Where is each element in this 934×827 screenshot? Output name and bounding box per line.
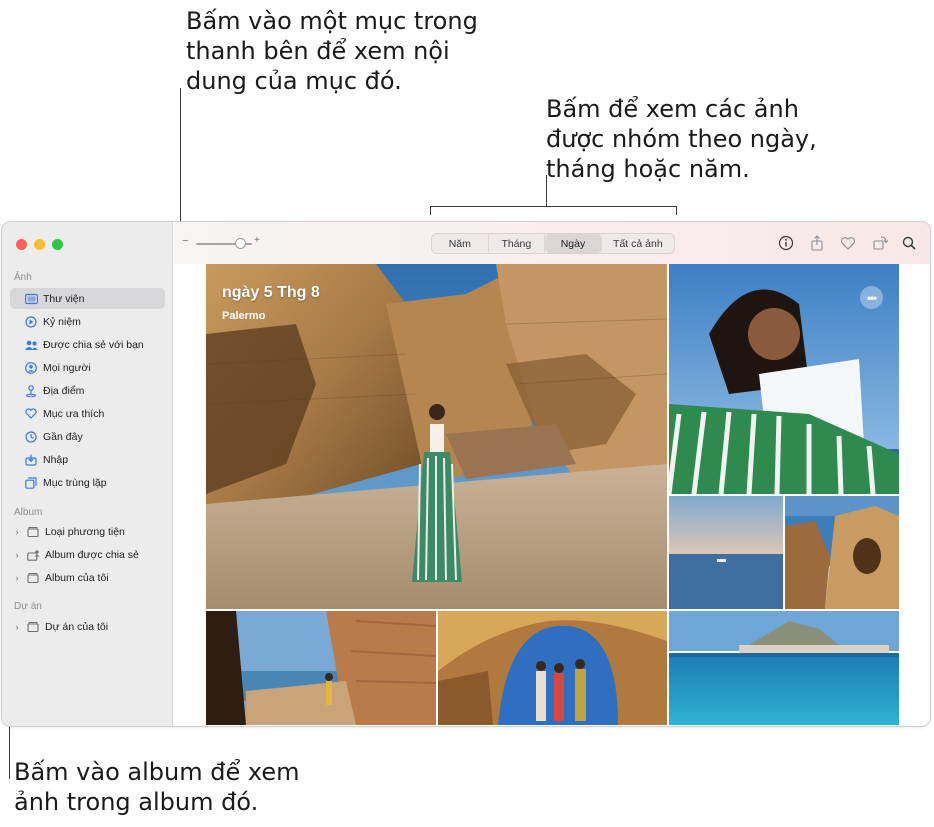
callout-bracket-view bbox=[430, 206, 677, 207]
callout-line-view bbox=[546, 175, 547, 207]
callout-line: ảnh trong album đó. bbox=[14, 788, 259, 816]
sidebar-item-label: Thư viện bbox=[43, 292, 85, 305]
sidebar-item-label: Dự án của tôi bbox=[45, 620, 109, 633]
sidebar-item-library[interactable]: Thư viện bbox=[10, 288, 165, 309]
share-icon[interactable] bbox=[808, 234, 826, 252]
sidebar-item-label: Gần đây bbox=[43, 430, 83, 443]
sidebar-item-recents[interactable]: Gần đây bbox=[10, 426, 165, 447]
location-label[interactable]: Palermo bbox=[222, 310, 265, 322]
chevron-right-icon[interactable]: › bbox=[12, 550, 22, 560]
callout-line: tháng hoặc năm. bbox=[546, 155, 750, 183]
sidebar-item-people[interactable]: Mọi người bbox=[10, 357, 165, 378]
sidebar-item-label: Mục ưa thích bbox=[43, 407, 105, 420]
photo-sea-boat[interactable] bbox=[669, 496, 783, 609]
rotate-icon[interactable] bbox=[871, 234, 889, 252]
heart-icon[interactable] bbox=[839, 234, 857, 252]
chevron-right-icon[interactable]: › bbox=[12, 573, 22, 583]
photo-friends-arch[interactable] bbox=[438, 611, 667, 725]
photo-hero[interactable]: ngày 5 Thg 8 Palermo bbox=[206, 264, 667, 609]
sidebar-album-media-types[interactable]: › Loại phương tiện bbox=[10, 521, 165, 542]
zoom-slider[interactable]: − + bbox=[182, 235, 262, 250]
photo-canyon-boy[interactable] bbox=[206, 611, 436, 725]
info-icon[interactable] bbox=[777, 234, 795, 252]
sidebar-item-label: Album của tôi bbox=[45, 571, 109, 584]
sidebar-item-label: Nhập bbox=[43, 453, 69, 466]
minimize-button[interactable] bbox=[34, 239, 45, 250]
tab-days[interactable]: Ngày bbox=[545, 234, 602, 253]
heart-icon bbox=[24, 407, 38, 421]
callout-line: được nhóm theo ngày, bbox=[546, 125, 817, 153]
section-photos: Ảnh bbox=[14, 272, 32, 283]
folder-icon bbox=[26, 571, 40, 585]
sidebar-item-favorites[interactable]: Mục ưa thích bbox=[10, 403, 165, 424]
callout-line: Bấm để xem các ảnh bbox=[546, 95, 799, 123]
sidebar-item-label: Loại phương tiện bbox=[45, 525, 125, 538]
sidebar-item-import[interactable]: Nhập bbox=[10, 449, 165, 470]
duplicates-icon bbox=[24, 476, 38, 490]
chevron-right-icon[interactable]: › bbox=[12, 527, 22, 537]
sidebar-item-label: Kỷ niệm bbox=[43, 315, 81, 328]
close-button[interactable] bbox=[16, 239, 27, 250]
sidebar-item-duplicates[interactable]: Mục trùng lặp bbox=[10, 472, 165, 493]
shared-album-icon bbox=[26, 548, 40, 562]
sidebar-item-shared-with-you[interactable]: Được chia sẻ với bạn bbox=[10, 334, 165, 355]
sidebar-item-places[interactable]: Địa điểm bbox=[10, 380, 165, 401]
search-icon[interactable] bbox=[900, 234, 918, 252]
callout-line: thanh bên để xem nội bbox=[186, 37, 450, 65]
library-icon bbox=[24, 292, 38, 306]
folder-icon bbox=[26, 620, 40, 634]
folder-icon bbox=[26, 525, 40, 539]
date-title: ngày 5 Thg 8 bbox=[222, 284, 320, 301]
callout-line: dung của mục đó. bbox=[186, 67, 402, 95]
photo-portrait[interactable]: ••• bbox=[669, 264, 899, 494]
callout-view-modes: Bấm để xem các ảnh được nhóm theo ngày, … bbox=[546, 94, 817, 184]
photo-coast-rocks[interactable] bbox=[785, 496, 899, 609]
view-segmented-control[interactable]: Năm Tháng Ngày Tất cả ảnh bbox=[431, 233, 675, 254]
callout-line: Bấm vào một mục trong bbox=[186, 7, 478, 35]
people-icon bbox=[24, 361, 38, 375]
sidebar-item-memories[interactable]: Kỷ niệm bbox=[10, 311, 165, 332]
tab-all-photos[interactable]: Tất cả ảnh bbox=[602, 234, 674, 253]
sidebar-item-label: Album được chia sẻ bbox=[45, 548, 139, 561]
zoom-in-label[interactable]: + bbox=[254, 235, 260, 246]
tab-years[interactable]: Năm bbox=[432, 234, 489, 253]
sidebar-item-label: Mọi người bbox=[43, 361, 91, 374]
sidebar: Ảnh Thư viện Kỷ niệm Được chia sẻ với bạ… bbox=[2, 222, 173, 726]
sidebar-album-shared[interactable]: › Album được chia sẻ bbox=[10, 544, 165, 565]
section-albums: Album bbox=[14, 507, 43, 518]
sidebar-project-my-projects[interactable]: › Dự án của tôi bbox=[10, 616, 165, 637]
photo-turquoise-bay[interactable] bbox=[669, 611, 899, 725]
chevron-right-icon[interactable]: › bbox=[12, 622, 22, 632]
sidebar-item-label: Mục trùng lặp bbox=[43, 476, 107, 489]
sidebar-item-label: Địa điểm bbox=[43, 384, 85, 397]
section-projects: Dự án bbox=[14, 601, 42, 612]
zoom-button[interactable] bbox=[52, 239, 63, 250]
callout-bracket-view-left bbox=[430, 206, 431, 215]
sidebar-item-label: Được chia sẻ với bạn bbox=[43, 338, 144, 351]
zoom-out-label[interactable]: − bbox=[182, 235, 188, 247]
callout-bracket-view-right bbox=[676, 206, 677, 215]
more-button[interactable]: ••• bbox=[860, 286, 883, 309]
callout-sidebar: Bấm vào một mục trong thanh bên để xem n… bbox=[186, 6, 478, 96]
import-icon bbox=[24, 453, 38, 467]
memories-icon bbox=[24, 315, 38, 329]
places-icon bbox=[24, 384, 38, 398]
zoom-thumb[interactable] bbox=[235, 238, 247, 249]
shared-with-you-icon bbox=[24, 338, 38, 352]
tab-months[interactable]: Tháng bbox=[489, 234, 546, 253]
sidebar-album-my-albums[interactable]: › Album của tôi bbox=[10, 567, 165, 588]
recents-icon bbox=[24, 430, 38, 444]
photo-grid: ngày 5 Thg 8 Palermo ••• bbox=[174, 264, 930, 726]
photos-window: Ảnh Thư viện Kỷ niệm Được chia sẻ với bạ… bbox=[1, 221, 931, 727]
toolbar: − + Năm Tháng Ngày Tất cả ảnh bbox=[174, 222, 930, 264]
callout-album: Bấm vào album để xem ảnh trong album đó. bbox=[14, 757, 299, 817]
callout-line: Bấm vào album để xem bbox=[14, 758, 300, 786]
